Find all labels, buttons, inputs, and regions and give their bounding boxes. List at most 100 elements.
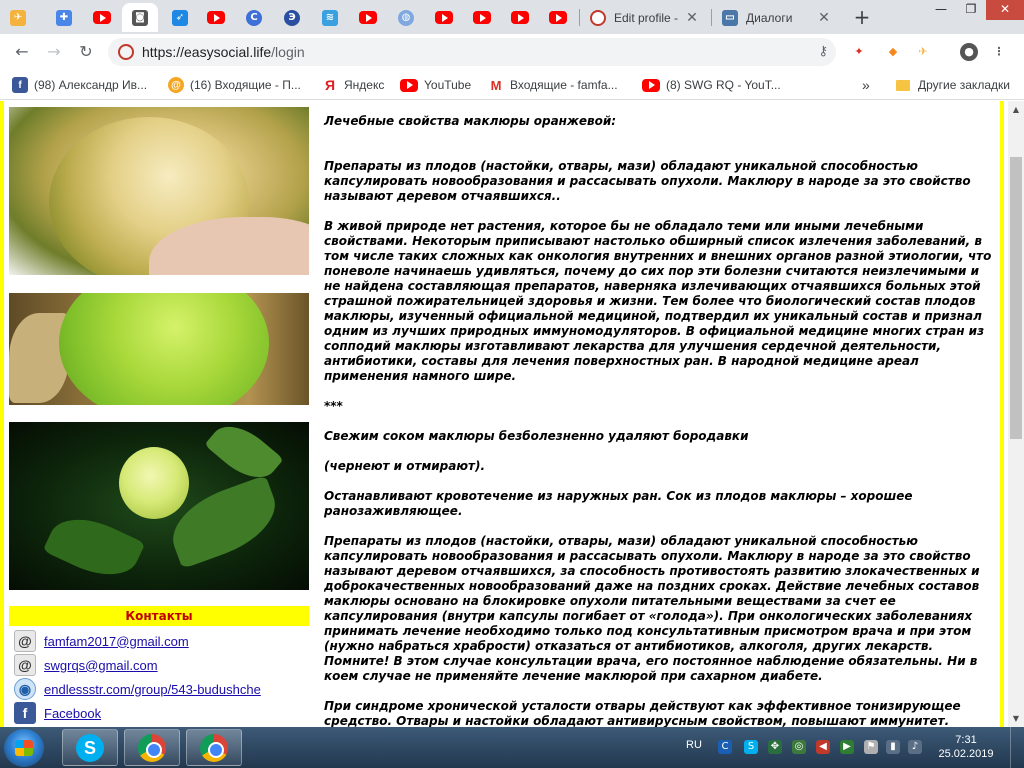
forward-button[interactable]: → (42, 40, 66, 64)
reload-button[interactable]: ↻ (74, 40, 98, 64)
close-icon[interactable]: ✕ (816, 9, 832, 26)
bookmark-label: Другие закладки (918, 78, 1010, 92)
address-bar[interactable]: https://easysocial.life/login ⚷ (108, 38, 836, 66)
tray-speaker-icon[interactable]: ♪ (908, 740, 922, 754)
article-paragraph: При синдроме хронической усталости отвар… (324, 699, 961, 727)
article: Лечебные свойства маклюры оранжевой: Пре… (324, 114, 996, 727)
vertical-scrollbar[interactable]: ▲ ▼ (1008, 101, 1024, 727)
tab-pinned-active[interactable]: ◙ (122, 3, 158, 32)
tray-volume-icon[interactable]: ◀ (816, 740, 830, 754)
chrome-icon (200, 733, 228, 762)
scrollbar-thumb[interactable] (1010, 157, 1022, 439)
reload-icon: ↻ (79, 42, 93, 61)
start-button[interactable] (4, 729, 44, 767)
bookmark-youtube[interactable]: YouTube (400, 76, 471, 94)
bookmark-facebook[interactable]: f (98) Александр Ив... (12, 76, 147, 94)
bookmark-gmail[interactable]: M Входящие - famfa... (488, 76, 618, 94)
article-paragraph: Препараты из плодов (настойки, отвары, м… (324, 534, 980, 683)
youtube-icon (400, 78, 418, 92)
tab-separator (711, 9, 712, 26)
tab-pinned-1[interactable]: ✈ (0, 3, 36, 32)
contact-website-link[interactable]: endlessstr.com/group/543-budushche (44, 682, 261, 697)
url-text[interactable]: https://easysocial.life/login (142, 44, 305, 60)
metamask-icon[interactable]: ◆ (884, 43, 902, 61)
tab-pinned-10[interactable] (350, 3, 386, 32)
article-paragraph: (чернеют и отмирают). (324, 459, 486, 473)
tab-dialogs[interactable]: ▭ Диалоги ✕ (714, 3, 842, 32)
tab-pinned-7[interactable]: C (236, 3, 272, 32)
youtube-icon (549, 11, 567, 24)
youtube-icon (642, 78, 660, 92)
windows-taskbar: S RU C S ✥ ◎ ◀ ▶ ⚑ ▮ ♪ 7:31 25.02.2019 (0, 727, 1024, 768)
bookmarks-bar: f (98) Александр Ив... @ (16) Входящие - П… (0, 70, 1024, 100)
tab-pinned-14[interactable] (502, 3, 538, 32)
tray-shield-icon[interactable]: ◎ (792, 740, 806, 754)
bookmark-youtube-swg[interactable]: (8) SWG RQ - YouT... (642, 76, 781, 94)
new-tab-button[interactable]: + (850, 6, 874, 30)
restore-button[interactable]: ❐ (956, 0, 986, 20)
tray-flag-icon[interactable]: ⚑ (864, 740, 878, 754)
sidebar: Контакты @ famfam2017@gmail.com @ swgrqs… (4, 101, 314, 727)
c-logo-icon: C (246, 9, 262, 26)
bookmark-mail[interactable]: @ (16) Входящие - П... (168, 76, 301, 94)
system-clock[interactable]: 7:31 25.02.2019 (934, 733, 998, 761)
facebook-icon: f (14, 702, 36, 724)
youtube-icon (93, 11, 111, 24)
contact-email-link[interactable]: famfam2017@gmail.com (44, 634, 189, 649)
bookmark-other-folder[interactable]: Другие закладки (896, 76, 1010, 94)
taskbar-skype[interactable]: S (62, 729, 118, 766)
tab-edit-profile[interactable]: Edit profile - ✕ (582, 3, 710, 32)
mail-icon: @ (168, 77, 184, 93)
tab-pinned-8[interactable]: Э (274, 3, 310, 32)
contacts-title: Контакты (9, 606, 309, 626)
maclura-cut-fruit-image (9, 107, 309, 275)
browser-toolbar: ← → ↻ https://easysocial.life/login ⚷ ✦ … (0, 34, 1024, 70)
youtube-icon (207, 11, 225, 24)
back-button[interactable]: ← (10, 40, 34, 64)
language-indicator[interactable]: RU (686, 739, 702, 751)
scroll-down-icon[interactable]: ▼ (1008, 710, 1024, 727)
gmail-icon: M (488, 77, 504, 93)
tray-skype-icon[interactable]: S (744, 740, 758, 754)
tray-signal-icon[interactable]: ▮ (886, 740, 900, 754)
tab-strip: ✈ ✚ ◙ ➶ C Э ≋ ◍ Edit profile - ✕ ▭ Диало… (0, 0, 1024, 34)
tab-pinned-15[interactable] (540, 3, 576, 32)
window-close-button[interactable]: ✕ (986, 0, 1024, 20)
extension-red-icon[interactable]: ✦ (850, 43, 868, 61)
show-desktop-button[interactable] (1010, 727, 1024, 768)
tab-pinned-12[interactable] (426, 3, 462, 32)
site-info-icon[interactable] (118, 44, 134, 60)
bookmark-label: (16) Входящие - П... (190, 78, 301, 92)
tab-pinned-3[interactable] (84, 3, 120, 32)
youtube-icon (511, 11, 529, 24)
profile-avatar[interactable]: ● (960, 43, 978, 61)
contact-email-link[interactable]: swgrqs@gmail.com (44, 658, 158, 673)
contact-facebook-link[interactable]: Facebook (44, 706, 101, 721)
windows-logo-icon (15, 740, 33, 756)
tab-pinned-5[interactable]: ➶ (162, 3, 198, 32)
close-icon[interactable]: ✕ (684, 9, 700, 26)
taskbar-chrome-2[interactable] (186, 729, 242, 766)
minimize-button[interactable]: — (926, 0, 956, 20)
extension-plane-icon[interactable]: ✈ (914, 43, 932, 61)
tab-pinned-2[interactable]: ✚ (46, 3, 82, 32)
tab-pinned-6[interactable] (198, 3, 234, 32)
bookmark-label: (98) Александр Ив... (34, 78, 148, 92)
clock-date: 25.02.2019 (938, 748, 994, 760)
bookmarks-overflow-button[interactable]: » (862, 76, 870, 94)
tab-pinned-9[interactable]: ≋ (312, 3, 348, 32)
menu-icon[interactable]: ⋮ (990, 43, 1008, 61)
key-icon[interactable]: ⚷ (818, 44, 828, 59)
screen: ✈ ✚ ◙ ➶ C Э ≋ ◍ Edit profile - ✕ ▭ Диало… (0, 0, 1024, 768)
taskbar-chrome-1[interactable] (124, 729, 180, 766)
article-paragraph: Останавливают кровотечение из наружных р… (324, 489, 913, 518)
maclura-tree-fruit-image (9, 422, 309, 590)
scroll-up-icon[interactable]: ▲ (1008, 101, 1024, 118)
tab-pinned-11[interactable]: ◍ (388, 3, 424, 32)
tray-network-icon[interactable]: ✥ (768, 740, 782, 754)
tray-c-icon[interactable]: C (718, 740, 732, 754)
bookmark-yandex[interactable]: Я Яндекс (322, 76, 384, 94)
tray-nvidia-icon[interactable]: ▶ (840, 740, 854, 754)
bookmark-label: Яндекс (344, 78, 385, 92)
tab-pinned-13[interactable] (464, 3, 500, 32)
